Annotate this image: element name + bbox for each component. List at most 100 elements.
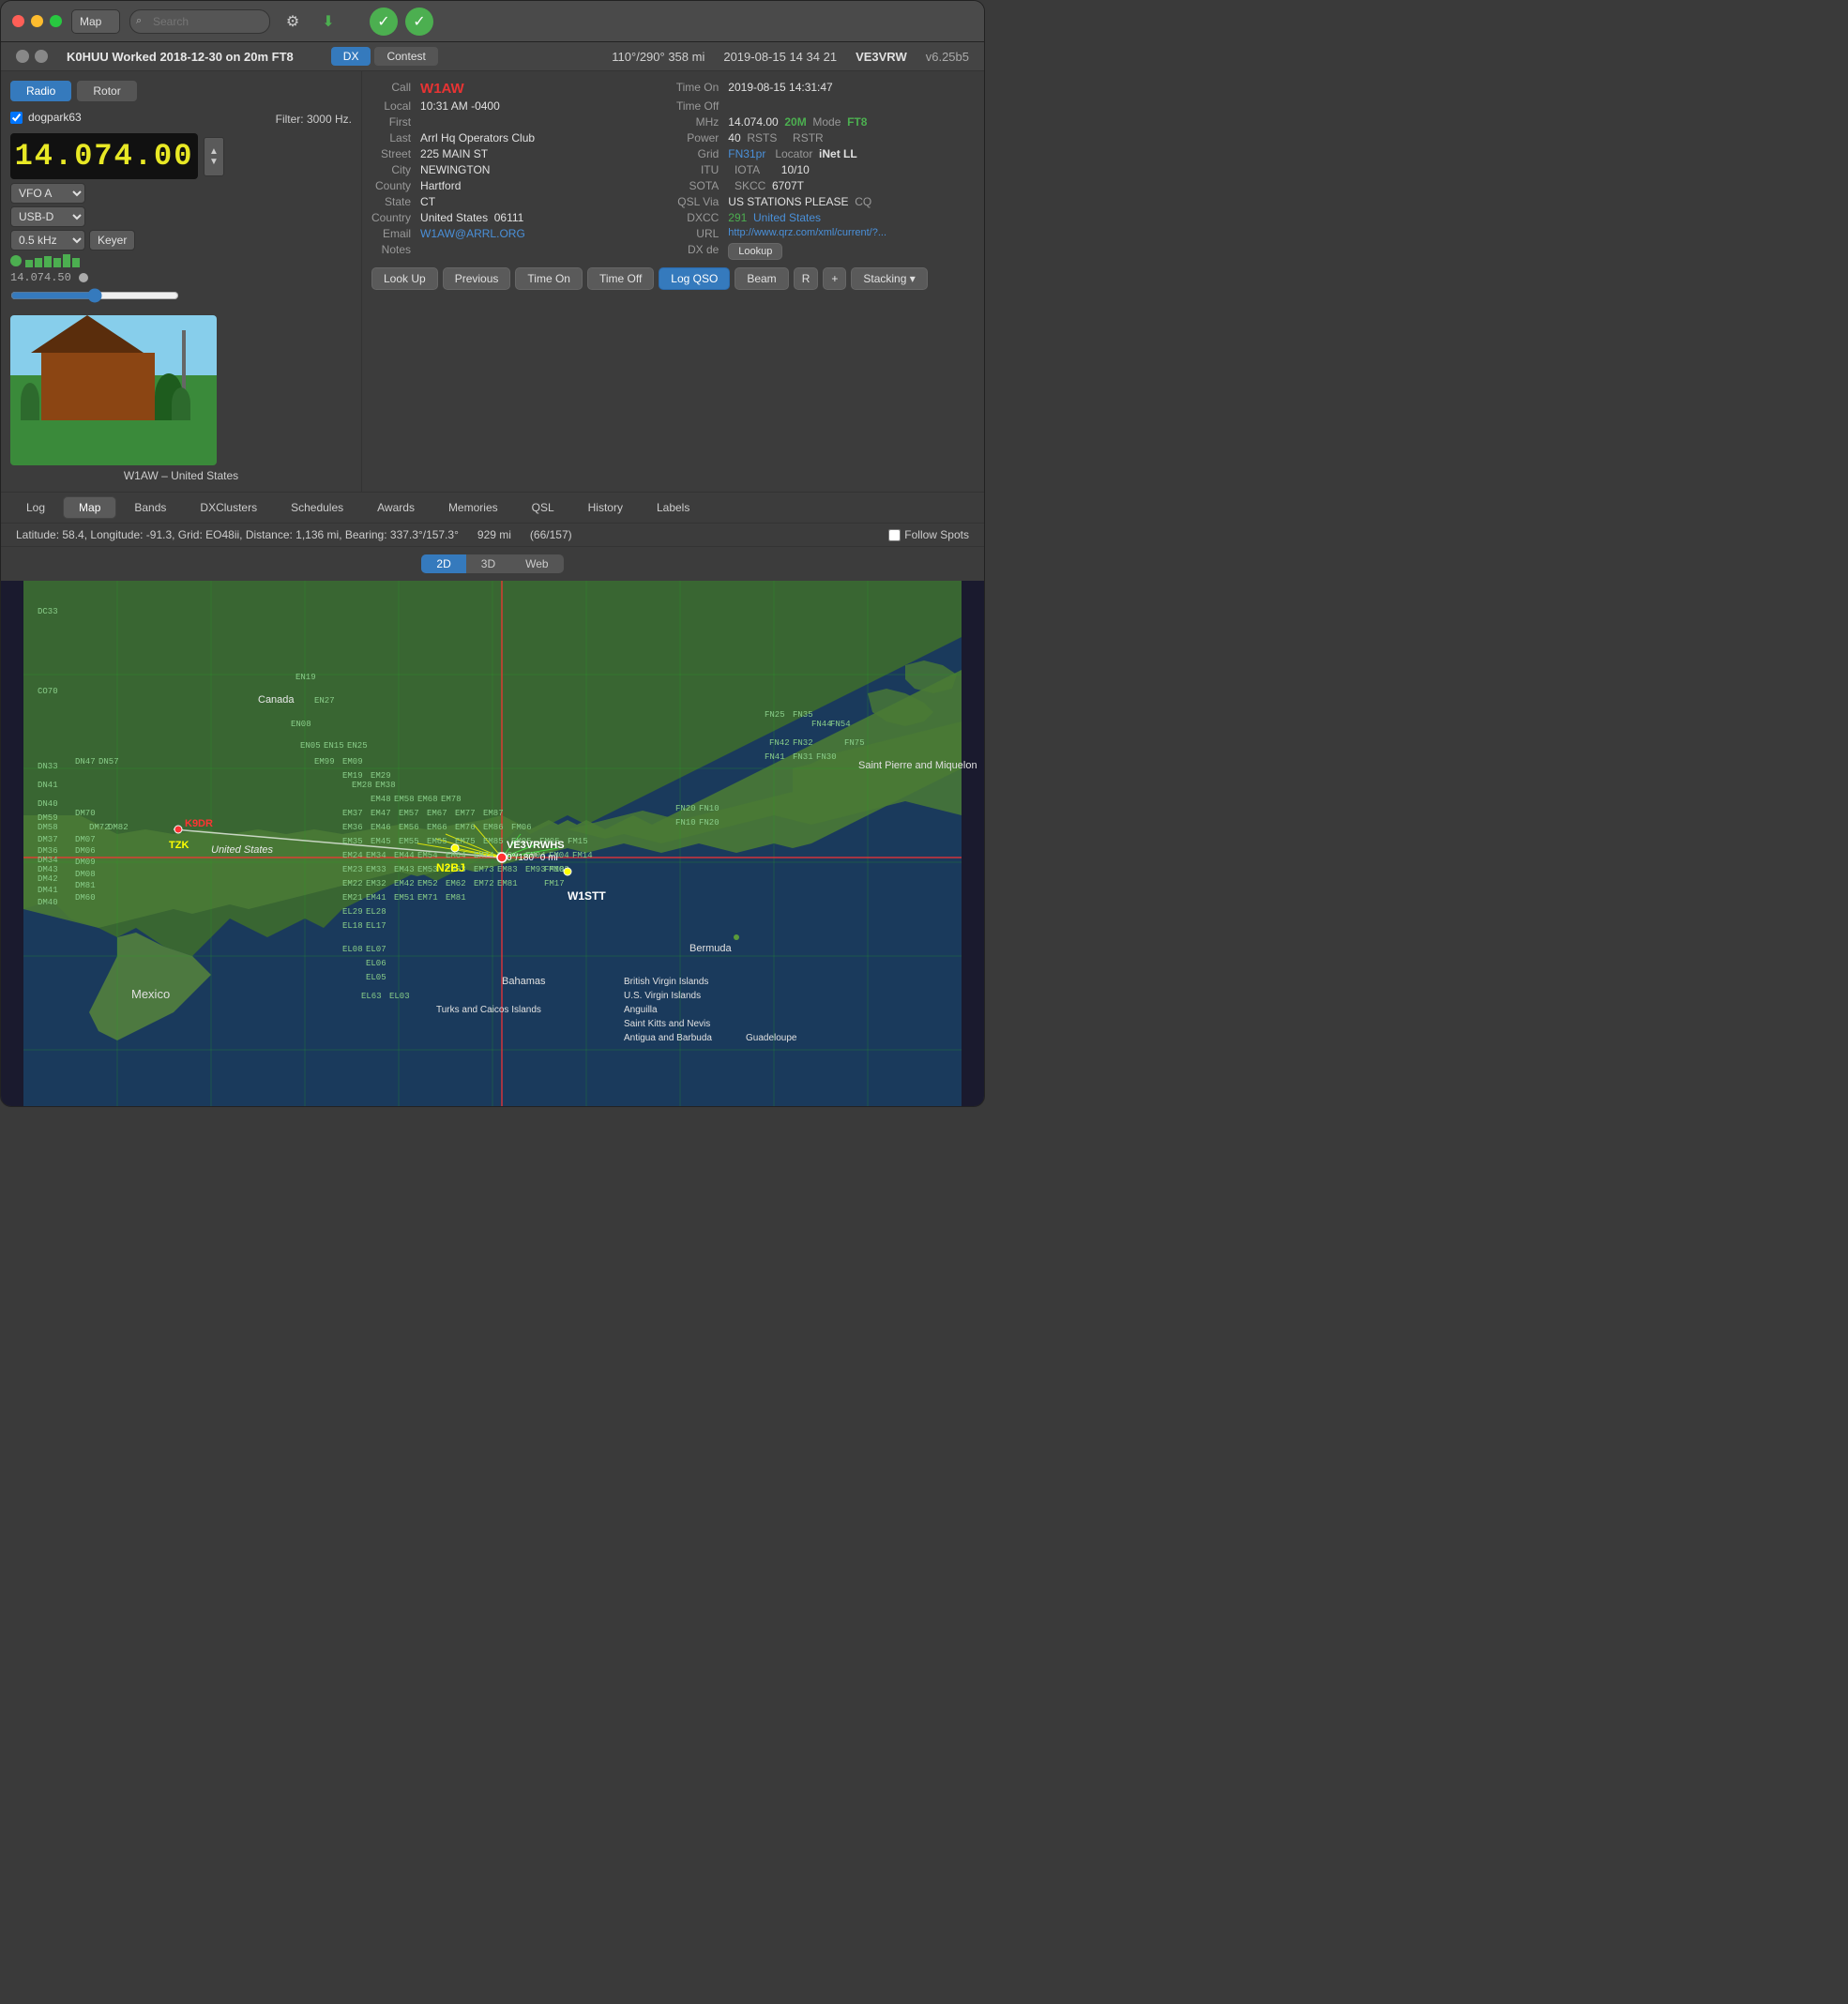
tab-map[interactable]: Map [63, 496, 116, 519]
url-label: URL [676, 227, 720, 240]
svg-text:United States: United States [211, 844, 274, 856]
tab-bands[interactable]: Bands [118, 496, 182, 519]
time-off-button[interactable]: Time Off [587, 267, 654, 290]
tab-memories[interactable]: Memories [432, 496, 514, 519]
tab-awards[interactable]: Awards [361, 496, 431, 519]
check-button-1[interactable]: ✓ [370, 8, 398, 36]
volume-slider[interactable] [10, 288, 179, 303]
svg-text:DM09: DM09 [75, 858, 96, 867]
sub-dot [79, 273, 88, 282]
slider-row [10, 288, 224, 306]
svg-text:EM29: EM29 [371, 771, 391, 781]
time-on-button[interactable]: Time On [515, 267, 583, 290]
left-top-row: 14.074.00 ▲ ▼ VFO A USB-D [10, 133, 352, 306]
city-val: NEWINGTON [420, 163, 667, 176]
svg-text:DM34: DM34 [38, 856, 58, 865]
sbar-2 [35, 258, 42, 267]
bermuda-text: Bermuda [689, 943, 733, 954]
svg-text:EL17: EL17 [366, 921, 386, 931]
datetime-info: 2019-08-15 14 34 21 [723, 50, 837, 64]
sbar-6 [72, 258, 80, 267]
svg-text:EL05: EL05 [366, 973, 386, 982]
map-count: (66/157) [530, 528, 572, 541]
lookup-button[interactable]: Lookup [728, 243, 782, 260]
r-button[interactable]: R [794, 267, 819, 290]
map-dropdown[interactable]: Map [71, 9, 120, 34]
settings-button[interactable]: ⚙ [280, 8, 306, 35]
svg-text:0°/180° 0 mi: 0°/180° 0 mi [507, 853, 558, 863]
download-button[interactable]: ⬇ [315, 8, 341, 35]
tab-dxclusters[interactable]: DXClusters [184, 496, 273, 519]
right-panel: Call W1AW Time On 2019-08-15 14:31:47 Lo… [362, 71, 984, 492]
titlebar: Map ⌕ ⚙ ⬇ ✓ ✓ [1, 1, 984, 42]
map-area[interactable]: Canada [1, 581, 984, 1106]
svg-text:EL28: EL28 [366, 907, 386, 917]
search-wrap: ⌕ [129, 9, 270, 34]
keyer-button[interactable]: Keyer [89, 230, 135, 250]
radio-tab[interactable]: Radio [10, 81, 71, 101]
svg-text:EM23: EM23 [342, 865, 363, 874]
check-button-2[interactable]: ✓ [405, 8, 433, 36]
svg-text:EM66: EM66 [427, 823, 447, 832]
tab-log[interactable]: Log [10, 496, 61, 519]
look-up-button[interactable]: Look Up [371, 267, 438, 290]
stacking-button[interactable]: Stacking ▾ [851, 267, 927, 290]
status-dots [16, 50, 48, 63]
tab-labels[interactable]: Labels [641, 496, 705, 519]
svg-text:FN42: FN42 [769, 738, 790, 748]
close-button[interactable] [12, 15, 24, 27]
canada-text: Canada [258, 694, 295, 706]
tab-schedules[interactable]: Schedules [275, 496, 359, 519]
view-3d[interactable]: 3D [466, 554, 510, 573]
infobar: K0HUU Worked 2018-12-30 on 20m FT8 DX Co… [1, 42, 984, 71]
plus-button[interactable]: + [823, 267, 846, 290]
rotor-tab[interactable]: Rotor [77, 81, 136, 101]
svg-text:DM82: DM82 [108, 823, 129, 832]
main-content: Radio Rotor dogpark63 Filter: 3000 Hz. 1… [1, 71, 984, 493]
infobar-right: 110°/290° 358 mi 2019-08-15 14 34 21 VE3… [612, 50, 969, 64]
svg-text:EN08: EN08 [291, 720, 311, 729]
step-select[interactable]: 0.5 kHz [10, 230, 85, 250]
call-label: Call [371, 81, 411, 97]
svg-text:EM42: EM42 [394, 879, 415, 888]
svg-text:FN41: FN41 [765, 752, 785, 762]
ve3vrw-label: VE3VRWHS [507, 840, 565, 851]
svg-text:FN20: FN20 [699, 818, 720, 827]
power-val: 40 RSTS RSTR [728, 131, 975, 144]
email-val: W1AW@ARRL.ORG [420, 227, 667, 240]
follow-spots-label[interactable]: Follow Spots [888, 528, 969, 541]
follow-spots-checkbox[interactable] [888, 529, 901, 541]
mhz-label: MHz [676, 115, 720, 129]
signal-bars [25, 254, 80, 267]
beam-button[interactable]: Beam [735, 267, 788, 290]
tab-qsl[interactable]: QSL [516, 496, 570, 519]
minimize-button[interactable] [31, 15, 43, 27]
search-input[interactable] [129, 9, 270, 34]
log-qso-button[interactable]: Log QSO [659, 267, 730, 290]
dx-de-label: DX de [676, 243, 720, 260]
svg-text:EM37: EM37 [342, 809, 363, 818]
dogpark-checkbox-label[interactable]: dogpark63 [10, 111, 82, 124]
svg-text:FM18: FM18 [544, 865, 565, 874]
svg-text:EM68: EM68 [417, 795, 438, 804]
view-tabs: 2D 3D Web [421, 554, 563, 573]
vfo-select[interactable]: VFO A [10, 183, 85, 204]
view-web[interactable]: Web [510, 554, 563, 573]
svg-text:EM64: EM64 [446, 851, 466, 860]
svg-text:EL07: EL07 [366, 945, 386, 954]
svg-text:EM81: EM81 [497, 879, 518, 888]
local-label: Local [371, 99, 411, 113]
itu-label: ITU [676, 163, 720, 176]
tab-history[interactable]: History [572, 496, 639, 519]
tab-contest[interactable]: Contest [374, 47, 437, 66]
view-tabs-container: 2D 3D Web [1, 547, 984, 581]
maximize-button[interactable] [50, 15, 62, 27]
svg-text:EN19: EN19 [295, 673, 316, 682]
tab-dx[interactable]: DX [331, 47, 371, 66]
dogpark-checkbox[interactable] [10, 112, 23, 124]
svg-text:EM54: EM54 [417, 851, 438, 860]
view-2d[interactable]: 2D [421, 554, 465, 573]
previous-button[interactable]: Previous [443, 267, 511, 290]
mode-select[interactable]: USB-D [10, 206, 85, 227]
freq-spinner[interactable]: ▲ ▼ [204, 137, 224, 176]
